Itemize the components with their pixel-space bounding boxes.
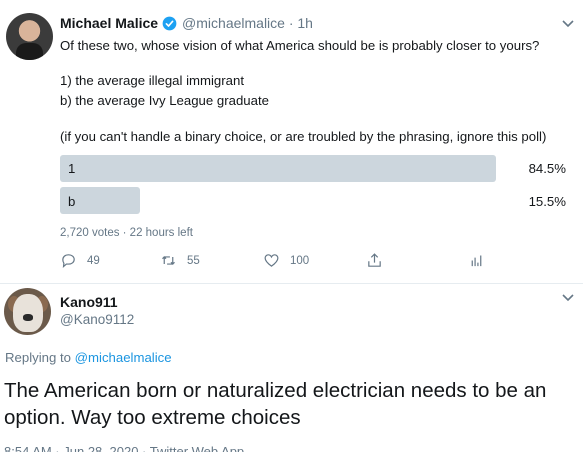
poll-bar	[60, 155, 496, 182]
analytics-button[interactable]	[468, 252, 495, 269]
reply-icon	[62, 254, 75, 268]
like-button[interactable]: 100	[263, 252, 309, 269]
tweet-text-line: Of these two, whose vision of what Ameri…	[60, 38, 540, 53]
analytics-icon	[471, 255, 482, 267]
avatar-kano911[interactable]	[4, 288, 51, 335]
author-name[interactable]: Kano911	[60, 294, 118, 310]
quoted-tweet-header: Michael Malice @michaelmalice · 1h	[60, 15, 313, 31]
poll-option-label: b	[68, 194, 76, 209]
chevron-down-icon[interactable]	[561, 19, 575, 29]
replying-prefix: Replying to	[5, 350, 71, 365]
poll-meta: 2,720 votes · 22 hours left	[60, 227, 193, 239]
quoted-tweet[interactable]: Michael Malice @michaelmalice · 1h Of th…	[0, 0, 583, 283]
tweet-text-line: (if you can't handle a binary choice, or…	[60, 129, 547, 144]
retweet-icon	[162, 256, 175, 265]
avatar-michael-malice[interactable]	[6, 13, 53, 60]
author-handle[interactable]: @Kano9112	[60, 312, 134, 327]
poll-option-percent: 84.5%	[528, 161, 566, 176]
author-name[interactable]: Michael Malice	[60, 15, 158, 31]
tweet-actions: 49 55 100	[60, 252, 560, 272]
replying-to: Replying to @michaelmalice	[5, 350, 172, 365]
share-button[interactable]	[366, 252, 393, 269]
reply-button[interactable]: 49	[60, 252, 100, 269]
verified-badge-icon	[162, 16, 177, 30]
reply-count: 49	[87, 254, 100, 267]
poll-option-label: 1	[68, 161, 76, 176]
like-count: 100	[290, 254, 310, 267]
share-icon	[368, 253, 381, 267]
divider	[0, 283, 583, 284]
author-handle-time[interactable]: @michaelmalice · 1h	[182, 15, 313, 31]
reply-text: The American born or naturalized electri…	[4, 379, 547, 429]
tweet-text-line: 1) the average illegal immigrant	[60, 73, 244, 88]
tweet-timestamp[interactable]: 8:54 AM · Jun 28, 2020 · Twitter Web App	[4, 444, 244, 452]
tweet-text-line: b) the average Ivy League graduate	[60, 93, 269, 108]
retweet-button[interactable]: 55	[160, 252, 200, 269]
chevron-down-icon[interactable]	[561, 293, 575, 303]
retweet-count: 55	[187, 254, 200, 267]
heart-icon	[264, 254, 279, 267]
poll-option-percent: 15.5%	[528, 194, 566, 209]
replying-to-link[interactable]: @michaelmalice	[75, 350, 172, 365]
